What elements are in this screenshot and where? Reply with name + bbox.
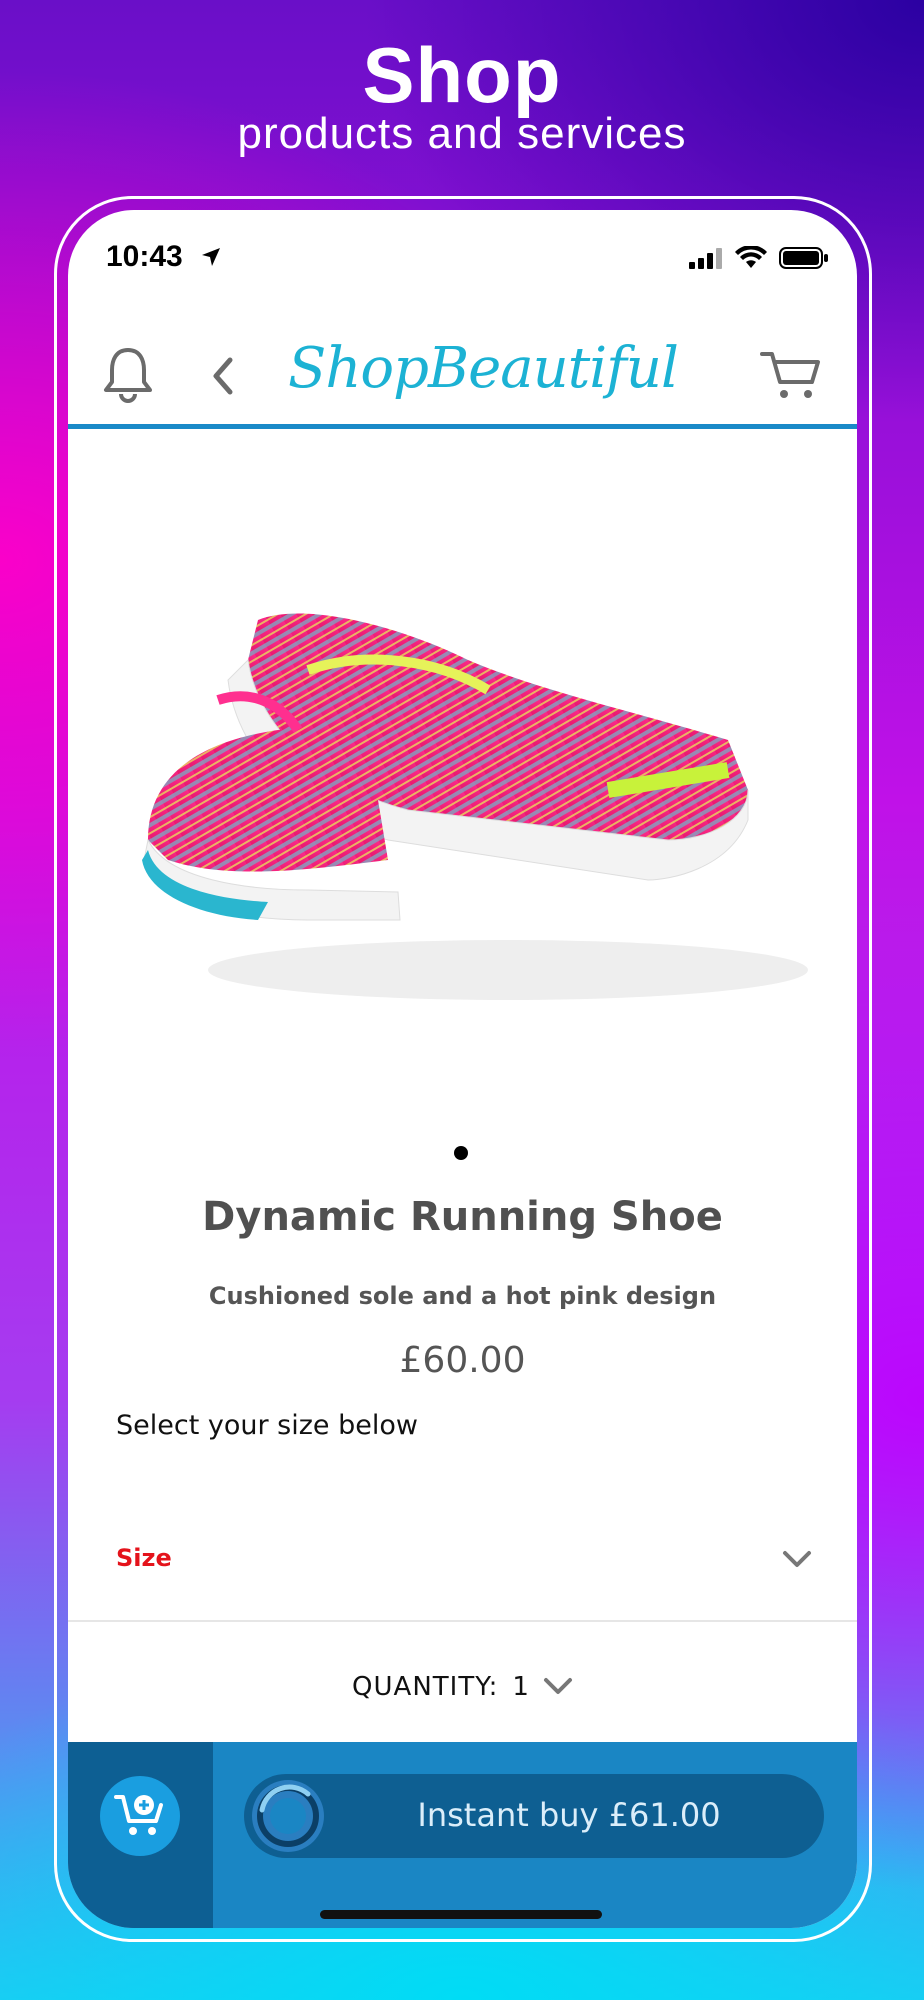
quantity-label: QUANTITY: — [352, 1672, 499, 1702]
cart-plus-icon — [114, 1795, 163, 1835]
pink-running-shoes-image[interactable] — [108, 540, 828, 1060]
brand-logo[interactable]: ShopBeautiful — [288, 336, 679, 401]
battery-icon — [779, 247, 828, 269]
instant-buy-button[interactable]: Instant buy £61.00 — [244, 1774, 824, 1858]
instant-buy-label: Instant buy £61.00 — [417, 1796, 721, 1834]
product-description: Cushioned sole and a hot pink design — [208, 1282, 717, 1310]
add-to-cart-button[interactable] — [100, 1776, 180, 1856]
location-arrow-icon — [202, 248, 220, 266]
nav-bar: ShopBeautiful — [68, 310, 857, 440]
size-hint: Select your size below — [116, 1410, 418, 1441]
status-icons — [689, 246, 829, 270]
cellular-signal-icon — [689, 248, 722, 269]
carousel-dot[interactable] — [454, 1146, 468, 1160]
product-price: £60.00 — [399, 1340, 526, 1381]
size-divider — [68, 1620, 857, 1622]
quantity-value: 1 — [512, 1672, 529, 1702]
quantity-selector[interactable]: QUANTITY: 1 — [68, 1672, 857, 1702]
home-indicator — [320, 1910, 602, 1919]
wifi-icon — [735, 246, 767, 268]
instant-buy-ring-icon — [252, 1780, 324, 1852]
status-time: 10:43 — [106, 240, 183, 273]
size-label: Size — [116, 1544, 172, 1572]
back-chevron-icon[interactable] — [210, 356, 236, 396]
phone-screen: 10:43 ShopBeautiful Dynamic Running Shoe… — [68, 210, 857, 1928]
bottom-bar: Instant buy £61.00 — [68, 1742, 857, 1928]
bottom-bar-left — [68, 1742, 213, 1928]
product-name: Dynamic Running Shoe — [202, 1194, 723, 1240]
promo-subtitle: products and services — [237, 109, 687, 158]
promo-title: Shop — [362, 31, 562, 119]
chevron-down-icon[interactable] — [543, 1677, 573, 1697]
nav-divider — [68, 424, 857, 429]
cart-icon[interactable] — [760, 350, 822, 402]
chevron-down-icon[interactable] — [782, 1550, 812, 1570]
bell-icon[interactable] — [102, 346, 154, 404]
